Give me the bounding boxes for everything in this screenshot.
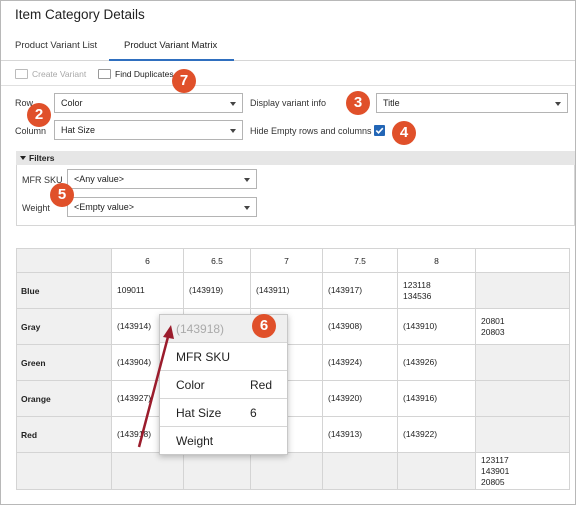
chevron-down-icon [555, 102, 561, 106]
page-title: Item Category Details [15, 7, 145, 22]
popup-color-label: Color [176, 378, 205, 392]
popup-row-weight: Weight [160, 427, 287, 455]
matrix-cell[interactable]: 123118 134536 [397, 272, 476, 309]
chevron-down-icon [244, 178, 250, 182]
matrix-row: Green (143904) (143924) (143926) [16, 344, 570, 381]
column-label: Column [15, 126, 47, 136]
column-select[interactable]: Hat Size [54, 120, 243, 140]
weight-label: Weight [22, 203, 50, 213]
column-header [475, 248, 570, 273]
hide-empty-checkbox[interactable] [374, 125, 385, 136]
matrix-cell[interactable]: (143913) [322, 416, 398, 453]
matrix-cell[interactable] [475, 272, 570, 309]
display-variant-info-value: Title [383, 98, 400, 108]
filters-header: Filters [29, 153, 55, 163]
chevron-down-icon [230, 129, 236, 133]
popup-row-color: Color Red [160, 371, 287, 399]
create-variant-label: Create Variant [32, 69, 87, 79]
mfr-sku-filter-value: <Any value> [74, 174, 125, 184]
row-header: Orange [16, 380, 112, 417]
tab-product-variant-matrix[interactable]: Product Variant Matrix [124, 40, 217, 51]
matrix-cell[interactable] [397, 452, 476, 490]
hide-empty-label: Hide Empty rows and columns [250, 126, 372, 136]
collapse-triangle-icon [20, 156, 26, 160]
callout-badge: 3 [346, 91, 370, 115]
row-select[interactable]: Color [54, 93, 243, 113]
matrix-cell[interactable] [183, 452, 251, 490]
matrix-cell[interactable]: (143911) [250, 272, 323, 309]
matrix-cell[interactable]: (143917) [322, 272, 398, 309]
matrix-cell[interactable] [475, 380, 570, 417]
matrix-row: Orange (143927) (143920) (143916) [16, 380, 570, 417]
row-header [16, 452, 112, 490]
window: Item Category Details Product Variant Li… [0, 0, 576, 505]
popup-size-value: 6 [250, 406, 257, 420]
matrix-cell[interactable] [111, 452, 184, 490]
matrix-cell[interactable] [475, 416, 570, 453]
matrix-header-row: 6 6.5 7 7.5 8 [16, 248, 570, 273]
column-select-value: Hat Size [61, 125, 96, 135]
display-variant-info-label: Display variant info [250, 98, 327, 108]
matrix-cell[interactable]: (143920) [322, 380, 398, 417]
create-variant-button[interactable]: Create Variant [15, 69, 86, 79]
row-header: Red [16, 416, 112, 453]
popup-row-mfr-sku: MFR SKU [160, 343, 287, 371]
mfr-sku-filter-select[interactable]: <Any value> [67, 169, 257, 189]
row-select-value: Color [61, 98, 83, 108]
matrix-cell[interactable] [250, 452, 323, 490]
matrix-cell[interactable] [475, 344, 570, 381]
popup-mfr-label: MFR SKU [176, 350, 230, 364]
matrix-cell[interactable]: (143924) [322, 344, 398, 381]
matrix-cell[interactable]: 20801 20803 [475, 308, 570, 345]
row-header: Blue [16, 272, 112, 309]
tab-bar: Product Variant List Product Variant Mat… [1, 31, 575, 61]
find-duplicates-button[interactable]: Find Duplicates [98, 69, 174, 79]
popup-row-hat-size: Hat Size 6 [160, 399, 287, 427]
variant-matrix: 6 6.5 7 7.5 8 Blue 109011 (143919) (143911)… [16, 248, 570, 490]
weight-filter-select[interactable]: <Empty value> [67, 197, 257, 217]
matrix-row: Gray (143914) (143908) (143910) 20801 20803 [16, 308, 570, 345]
matrix-cell[interactable]: (143919) [183, 272, 251, 309]
create-variant-icon [15, 69, 28, 79]
callout-badge: 4 [392, 121, 416, 145]
matrix-cell[interactable]: 123117 143901 20805 [475, 452, 570, 490]
toolbar: Create Variant Find Duplicates [1, 61, 575, 86]
tab-product-variant-list[interactable]: Product Variant List [15, 40, 97, 51]
weight-filter-value: <Empty value> [74, 202, 135, 212]
column-header: 6.5 [183, 248, 251, 273]
matrix-cell[interactable] [322, 452, 398, 490]
matrix-corner [16, 248, 112, 273]
callout-badge: 2 [27, 103, 51, 127]
find-duplicates-label: Find Duplicates [115, 69, 174, 79]
column-header: 8 [397, 248, 476, 273]
find-duplicates-icon [98, 69, 111, 79]
callout-badge: 6 [252, 314, 276, 338]
matrix-row: Blue 109011 (143919) (143911) (143917) 123118… [16, 272, 570, 309]
matrix-row: 123117 143901 20805 [16, 452, 570, 490]
callout-badge: 5 [50, 183, 74, 207]
filters-toggle[interactable]: Filters [16, 151, 575, 165]
popup-weight-label: Weight [176, 434, 214, 448]
callout-badge: 7 [172, 69, 196, 93]
matrix-cell[interactable]: (143908) [322, 308, 398, 345]
row-header: Green [16, 344, 112, 381]
chevron-down-icon [244, 206, 250, 210]
popup-color-value: Red [250, 378, 273, 392]
matrix-cell[interactable]: (143916) [397, 380, 476, 417]
checkmark-icon [375, 127, 384, 134]
popup-size-label: Hat Size [176, 406, 222, 420]
matrix-cell[interactable]: 109011 [111, 272, 184, 309]
row-header: Gray [16, 308, 112, 345]
column-header: 6 [111, 248, 184, 273]
matrix-cell[interactable]: (143910) [397, 308, 476, 345]
chevron-down-icon [230, 102, 236, 106]
column-header: 7 [250, 248, 323, 273]
column-header: 7.5 [322, 248, 398, 273]
matrix-cell[interactable]: (143922) [397, 416, 476, 453]
matrix-row: Red (143918) (143913) (143922) [16, 416, 570, 453]
matrix-cell[interactable]: (143926) [397, 344, 476, 381]
display-variant-info-select[interactable]: Title [376, 93, 568, 113]
